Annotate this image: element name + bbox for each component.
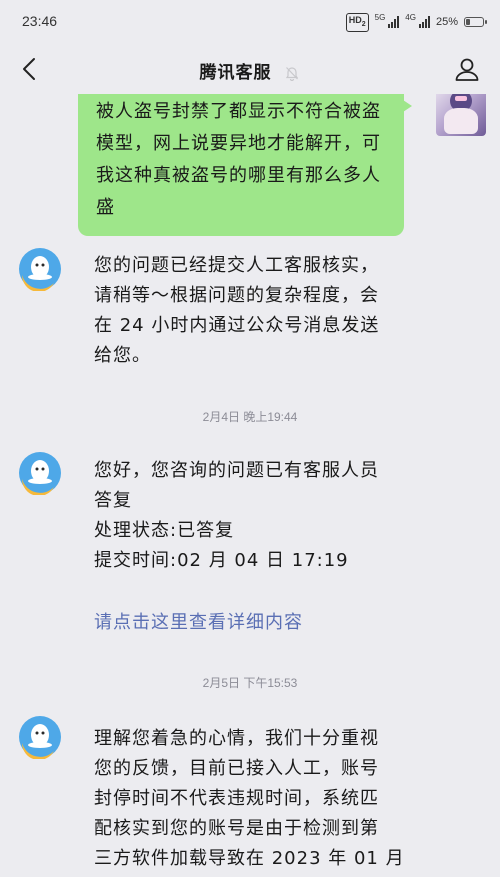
status-time: 23:46 [22,13,58,29]
message-line: 三方软件加载导致在 2023 年 01 月 [94,848,405,869]
message-line: 您的反馈，目前已接入人工，账号 [94,758,379,779]
qq-bot-avatar-icon[interactable] [18,715,62,759]
message-line: 配核实到您的账号是由于检测到第 [94,818,379,839]
message-line: 盛 [96,197,115,218]
status-indicators: HD2 5G 4G 25% [345,12,487,32]
message-line: 您好，您咨询的问题已有客服人员 [94,460,379,481]
message-line: 模型，网上说要异地才能解开，可 [96,133,381,154]
battery-icon [464,17,487,28]
status-bar: 23:46 HD2 5G 4G 25% [0,0,500,44]
hd-badge: HD2 [345,13,369,32]
message-line: 您的问题已经提交人工客服核实， [94,255,379,276]
person-icon [455,58,479,81]
message-timestamp: 2月4日 晚上19:44 [202,410,298,424]
signal-icon [388,16,400,29]
page-title: 腾讯客服 [0,58,500,83]
view-details-link[interactable]: 请点击这里查看详细内容 [94,608,414,638]
network-5g-label: 5G [374,12,386,22]
chat-area[interactable]: 被人盗号封禁了都显示不符合被盗 模型，网上说要异地才能解开，可 我这种真被盗号的… [0,94,500,877]
message-line: 被人盗号封禁了都显示不符合被盗 [96,101,381,122]
message-line: 理解您着急的心情，我们十分重视 [94,728,379,749]
message-line: 处理状态:已答复 [94,520,235,541]
message-line: 我这种真被盗号的哪里有那么多人 [96,165,381,186]
mute-bell-icon [286,67,299,81]
page-title-text: 腾讯客服 [199,63,272,83]
message-line: 在 24 小时内通过公众号消息发送 [94,315,380,336]
bot-message-3[interactable]: 理解您着急的心情，我们十分重视 您的反馈，目前已接入人工，账号 封停时间不代表违… [94,724,414,874]
message-line: 答复 [94,490,132,511]
battery-percent: 25% [435,16,458,29]
message-line: 提交时间:02 月 04 日 17:19 [94,550,349,571]
message-line: 给您。 [94,345,151,366]
user-avatar[interactable] [436,94,486,136]
qq-bot-avatar-icon[interactable] [18,247,62,291]
signal-icon [418,16,430,29]
message-line: 封停时间不代表违规时间，系统匹 [94,788,379,809]
message-line: 请稍等～根据问题的复杂程度，会 [94,285,379,306]
network-4g-label: 4G [405,12,416,22]
bot-message-1[interactable]: 您的问题已经提交人工客服核实， 请稍等～根据问题的复杂程度，会 在 24 小时内… [94,251,414,371]
message-timestamp: 2月5日 下午15:53 [202,676,298,690]
profile-button[interactable] [452,54,482,84]
nav-bar: 腾讯客服 [0,44,500,94]
bot-message-2[interactable]: 您好，您咨询的问题已有客服人员 答复 处理状态:已答复 提交时间:02 月 04… [94,456,414,576]
user-message-bubble[interactable]: 被人盗号封禁了都显示不符合被盗 模型，网上说要异地才能解开，可 我这种真被盗号的… [78,94,412,236]
qq-bot-avatar-icon[interactable] [18,451,62,495]
